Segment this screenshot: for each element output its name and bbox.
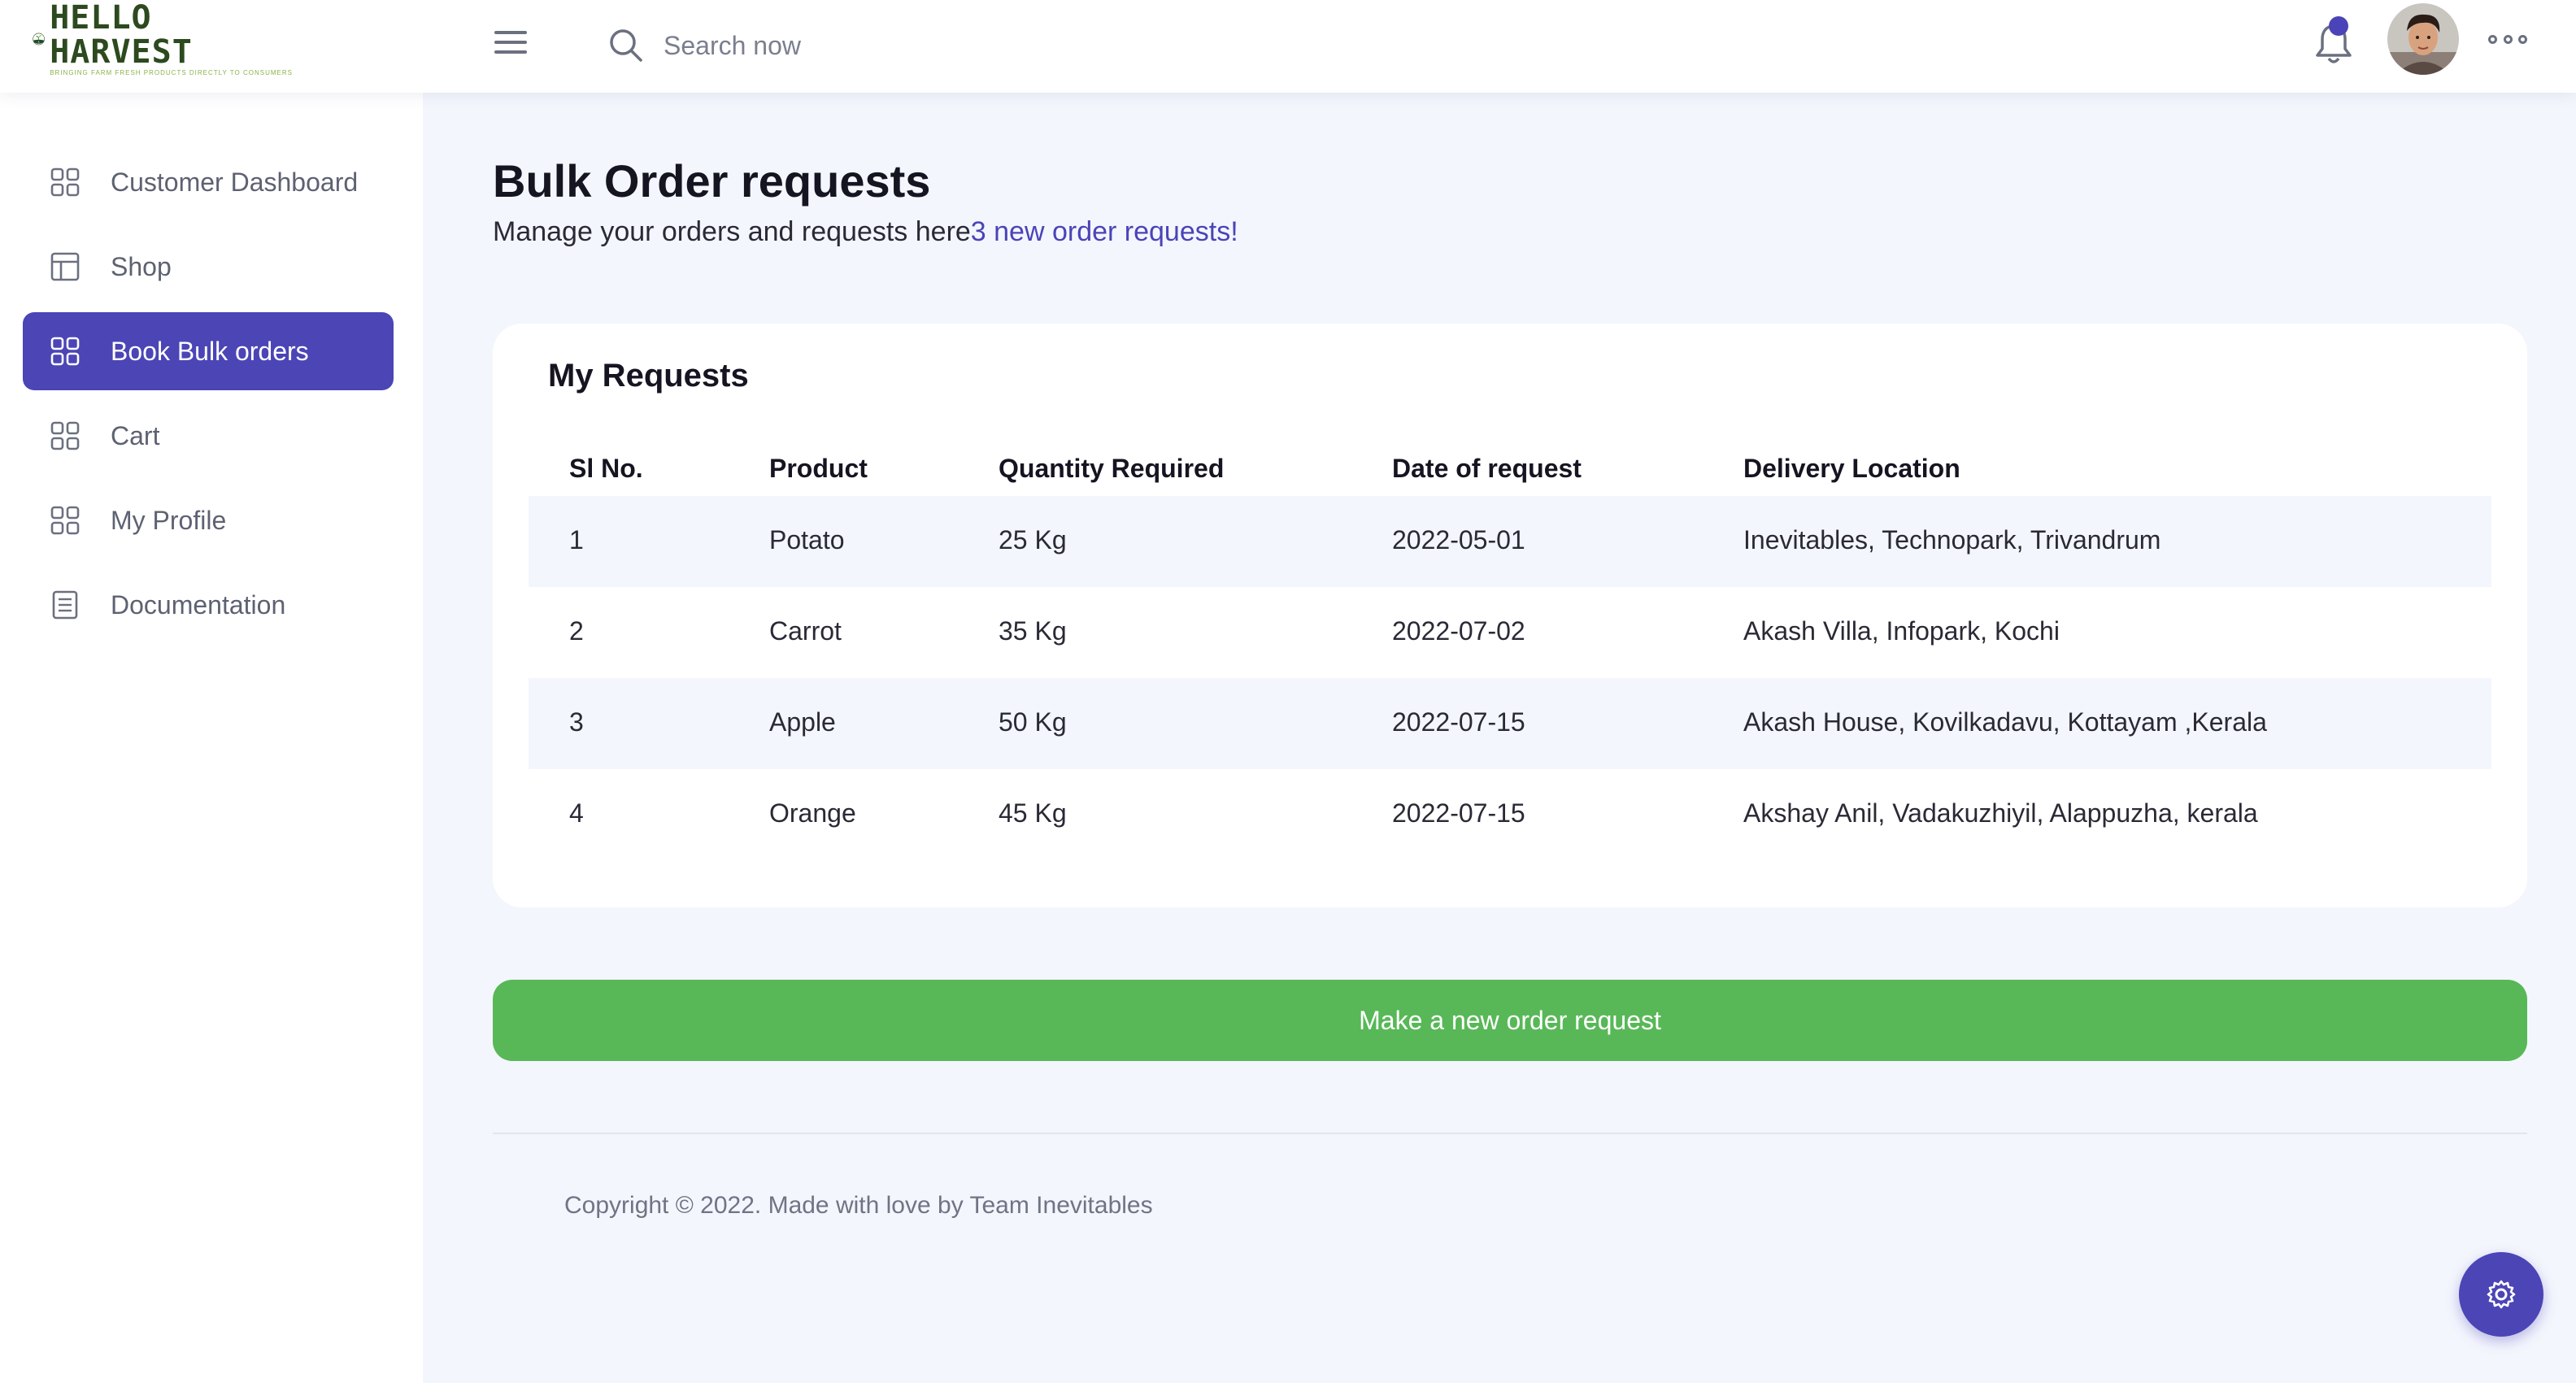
column-header-quantity: Quantity Required — [999, 454, 1225, 483]
table-header: Sl No. Product Quantity Required Date of… — [529, 431, 2491, 496]
cell-sl-no: 2 — [569, 616, 584, 646]
cell-quantity: 50 Kg — [999, 707, 1067, 737]
sprout-logo-icon — [33, 33, 45, 46]
cell-location: Akash House, Kovilkadavu, Kottayam ,Kera… — [1743, 707, 2267, 737]
gear-icon — [2487, 1280, 2516, 1309]
cell-date: 2022-05-01 — [1392, 525, 1525, 555]
cell-quantity: 35 Kg — [999, 616, 1067, 646]
sidebar-item-customer-dashboard[interactable]: Customer Dashboard — [23, 143, 394, 221]
column-header-product: Product — [769, 454, 868, 483]
search-icon[interactable] — [607, 26, 646, 65]
column-header-date: Date of request — [1392, 454, 1582, 483]
sidebar-item-label: Customer Dashboard — [111, 167, 359, 197]
table-row: 3 Apple 50 Kg 2022-07-15 Akash House, Ko… — [529, 678, 2491, 769]
document-icon — [52, 590, 78, 620]
sidebar-item-label: Documentation — [111, 589, 286, 620]
sidebar-item-my-profile[interactable]: My Profile — [23, 481, 394, 559]
cell-product: Apple — [769, 707, 836, 737]
sidebar: Customer Dashboard Shop Book Bulk orders… — [0, 93, 423, 1383]
search-input[interactable] — [664, 30, 1038, 61]
cell-date: 2022-07-02 — [1392, 616, 1525, 646]
avatar[interactable] — [2387, 3, 2459, 75]
page-title: Bulk Order requests — [493, 155, 931, 207]
sidebar-item-shop[interactable]: Shop — [23, 228, 394, 306]
my-requests-card: My Requests Sl No. Product Quantity Requ… — [493, 324, 2527, 907]
cell-quantity: 45 Kg — [999, 798, 1067, 828]
table-row: 4 Orange 45 Kg 2022-07-15 Akshay Anil, V… — [529, 769, 2491, 860]
card-title: My Requests — [548, 358, 749, 394]
sidebar-item-book-bulk-orders[interactable]: Book Bulk orders — [23, 312, 394, 390]
cell-sl-no: 1 — [569, 525, 584, 555]
cell-date: 2022-07-15 — [1392, 707, 1525, 737]
hamburger-menu-button[interactable] — [491, 26, 530, 59]
sidebar-item-label: Shop — [111, 251, 172, 281]
cell-sl-no: 4 — [569, 798, 584, 828]
copyright-text: Copyright © 2022. Made with love by Team… — [564, 1192, 1153, 1219]
table-row: 2 Carrot 35 Kg 2022-07-02 Akash Villa, I… — [529, 587, 2491, 678]
column-header-sl-no: Sl No. — [569, 454, 643, 483]
sidebar-item-label: My Profile — [111, 505, 227, 535]
brand-logo[interactable]: HELLO HARVEST BRINGING FARM FRESH PRODUC… — [33, 1, 293, 76]
user-avatar-icon — [2387, 3, 2459, 75]
sidebar-item-label: Book Bulk orders — [111, 336, 309, 366]
more-options-button[interactable] — [2488, 31, 2527, 47]
grid-icon — [50, 506, 80, 535]
sidebar-item-cart[interactable]: Cart — [23, 397, 394, 475]
sidebar-item-label: Cart — [111, 420, 160, 450]
cell-date: 2022-07-15 — [1392, 798, 1525, 828]
notification-badge — [2329, 16, 2348, 36]
cell-quantity: 25 Kg — [999, 525, 1067, 555]
page-subtitle: Manage your orders and requests here3 ne… — [493, 216, 1238, 248]
table-row: 1 Potato 25 Kg 2022-05-01 Inevitables, T… — [529, 496, 2491, 587]
grid-icon — [50, 167, 80, 197]
grid-icon — [50, 337, 80, 366]
subtitle-text: Manage your orders and requests here — [493, 216, 971, 247]
cell-product: Potato — [769, 525, 845, 555]
layout-icon — [50, 252, 80, 281]
cell-sl-no: 3 — [569, 707, 584, 737]
cell-product: Orange — [769, 798, 856, 828]
cell-product: Carrot — [769, 616, 842, 646]
footer-divider — [493, 1133, 2527, 1134]
new-order-request-button[interactable]: Make a new order request — [493, 980, 2527, 1061]
top-header: HELLO HARVEST BRINGING FARM FRESH PRODUC… — [0, 0, 2576, 93]
cell-location: Akshay Anil, Vadakuzhiyil, Alappuzha, ke… — [1743, 798, 2258, 828]
settings-button[interactable] — [2459, 1252, 2543, 1337]
new-requests-link[interactable]: 3 new order requests! — [971, 216, 1238, 247]
column-header-location: Delivery Location — [1743, 454, 1960, 483]
cell-location: Inevitables, Technopark, Trivandrum — [1743, 525, 2161, 555]
cell-location: Akash Villa, Infopark, Kochi — [1743, 616, 2060, 646]
brand-name: HELLO HARVEST — [50, 0, 193, 71]
search-bar — [607, 21, 1062, 70]
brand-tagline: BRINGING FARM FRESH PRODUCTS DIRECTLY TO… — [50, 69, 293, 76]
grid-icon — [50, 421, 80, 450]
sidebar-item-documentation[interactable]: Documentation — [23, 566, 394, 644]
